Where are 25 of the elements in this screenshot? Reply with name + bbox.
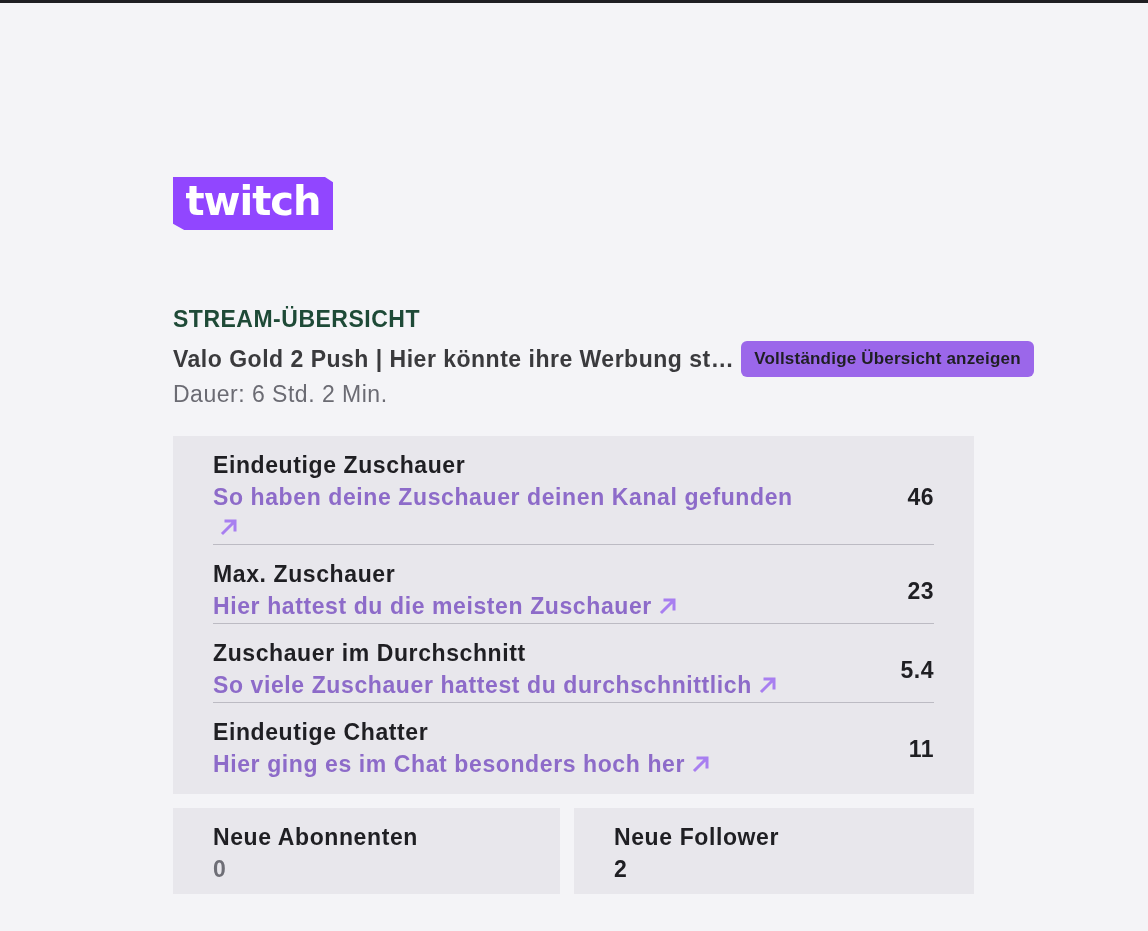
stat-link[interactable]: Hier hattest du die meisten Zuschauer	[213, 591, 677, 621]
stream-title: Valo Gold 2 Push | Hier könnte ihre Werbung st…	[173, 345, 735, 373]
arrow-up-right-icon	[692, 755, 710, 773]
card-value: 0	[213, 855, 227, 884]
arrow-up-right-icon	[658, 597, 677, 615]
stat-label: Max. Zuschauer	[213, 560, 396, 588]
card-label: Neue Follower	[614, 823, 779, 851]
stat-label: Zuschauer im Durchschnitt	[213, 639, 526, 667]
stat-label: Eindeutige Chatter	[213, 718, 429, 746]
card-value: 2	[614, 855, 628, 884]
card-label: Neue Abonnenten	[213, 823, 418, 851]
stat-value: 46	[907, 482, 934, 511]
full-overview-button[interactable]: Vollständige Übersicht anzeigen	[741, 341, 1034, 377]
stat-link[interactable]: So haben deine Zuschauer deinen Kanal gefunden	[213, 482, 809, 542]
stat-value: 23	[907, 576, 934, 605]
section-heading: STREAM-ÜBERSICHT	[173, 305, 421, 333]
stat-link[interactable]: Hier ging es im Chat besonders hoch her	[213, 749, 710, 779]
stat-value: 11	[908, 734, 934, 763]
stat-link[interactable]: So viele Zuschauer hattest du durchschnittlich	[213, 670, 777, 700]
logo-wordmark: twitch	[173, 177, 333, 230]
stat-label: Eindeutige Zuschauer	[213, 451, 466, 479]
arrow-up-right-icon	[220, 518, 238, 536]
arrow-up-right-icon	[758, 676, 777, 694]
stream-duration: Dauer: 6 Std. 2 Min.	[173, 380, 389, 408]
stat-value: 5.4	[900, 655, 934, 684]
